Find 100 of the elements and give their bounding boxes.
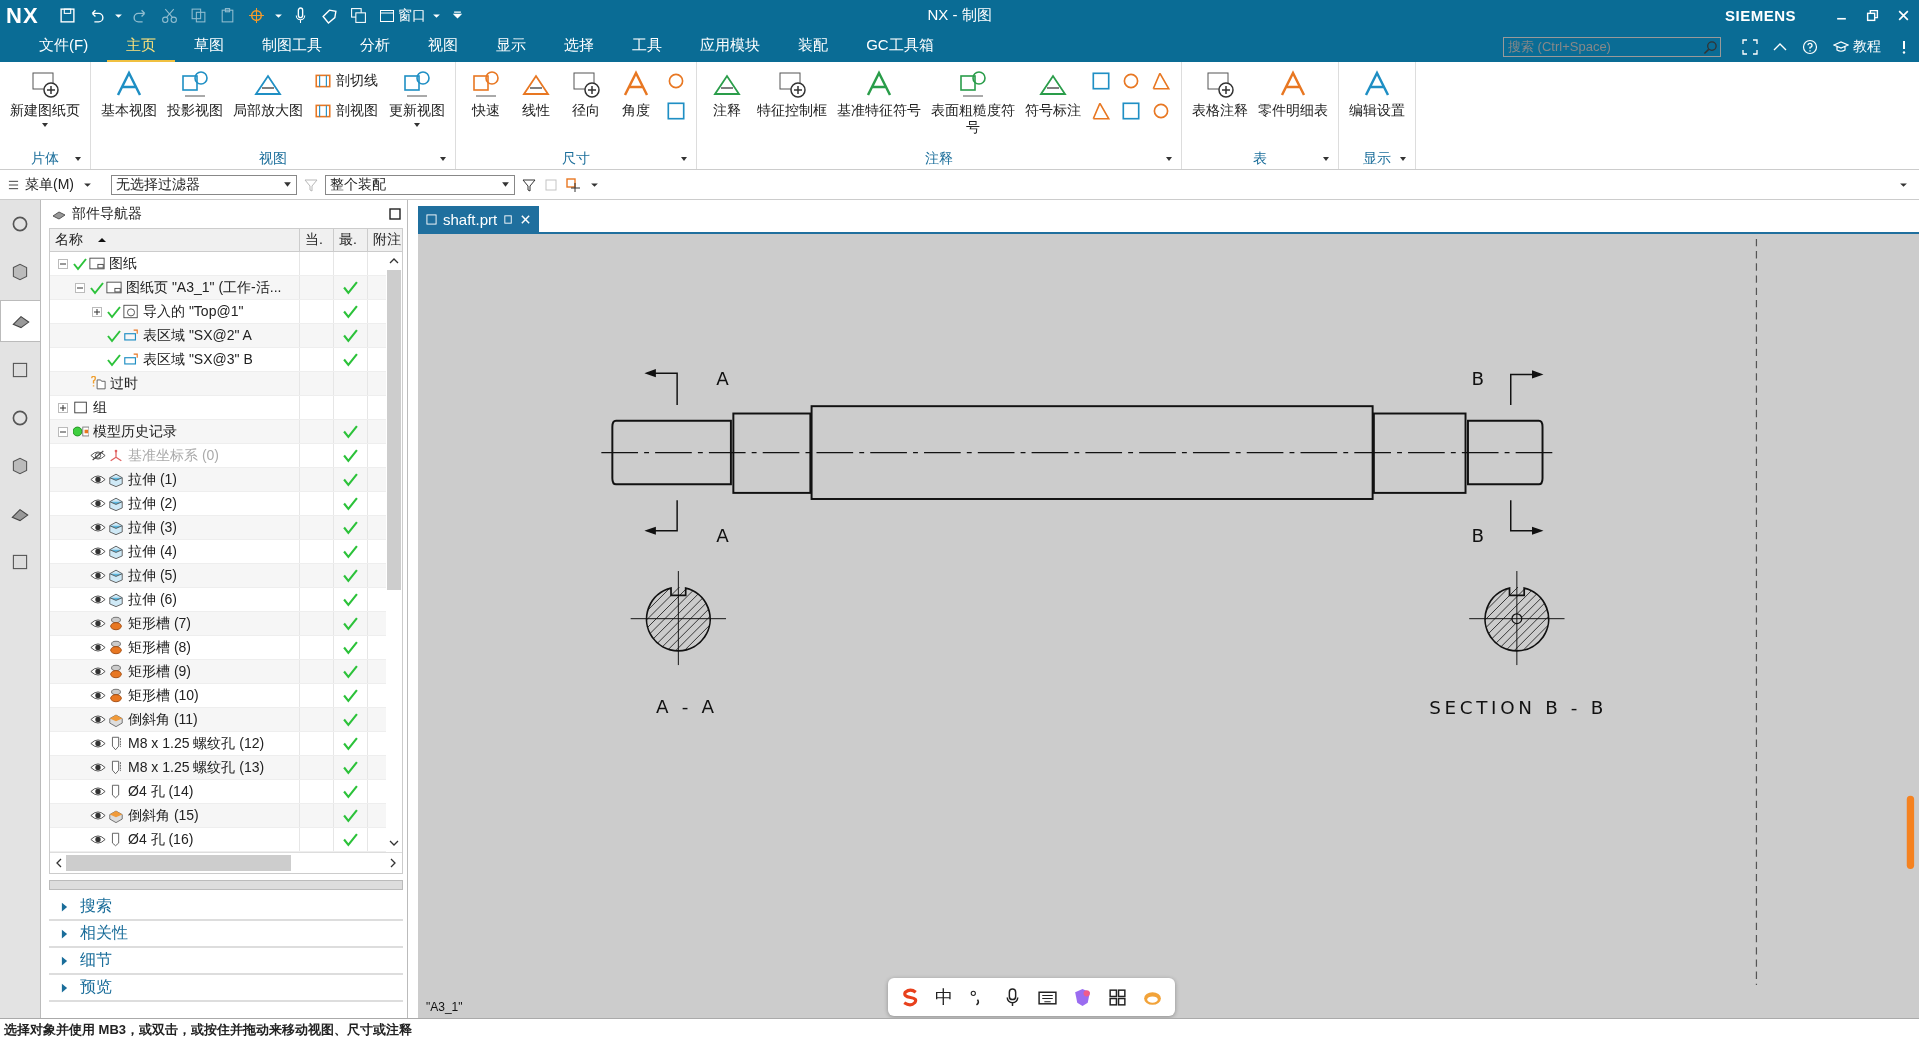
maximize-icon[interactable] (389, 208, 401, 220)
tool-icon[interactable] (1090, 100, 1112, 122)
group-menu-icon[interactable] (439, 156, 447, 162)
expand-toggle[interactable] (58, 258, 68, 269)
tree-item[interactable]: 矩形槽 (7) (128, 614, 191, 633)
menu-tab[interactable]: 应用模块 (681, 31, 780, 62)
copy-icon[interactable] (189, 7, 207, 24)
menu-tab[interactable]: 选择 (545, 31, 614, 62)
column-header[interactable]: 当. (300, 229, 334, 251)
resource-tab[interactable] (0, 300, 40, 342)
tree-item[interactable]: 拉伸 (1) (128, 470, 177, 489)
eye-icon[interactable] (90, 498, 106, 509)
check-icon[interactable] (73, 256, 87, 271)
tree-item[interactable]: Ø4 孔 (14) (128, 782, 194, 801)
expand-toggle[interactable] (58, 426, 68, 437)
ribbon-button[interactable]: 线性 (512, 66, 560, 121)
eye-icon[interactable] (90, 546, 106, 557)
eye-icon[interactable] (90, 594, 106, 605)
caret-icon[interactable] (590, 180, 599, 189)
tag-icon[interactable] (320, 7, 338, 24)
eye-icon[interactable] (90, 714, 106, 725)
tree-item[interactable]: 拉伸 (3) (128, 518, 177, 537)
tree-item[interactable]: 表区域 "SX@3" B (143, 350, 253, 369)
scroll-down-icon[interactable] (389, 840, 399, 846)
ribbon-button[interactable]: 注释 (703, 66, 751, 121)
ribbon-button[interactable]: 更新视图 (385, 66, 449, 130)
tree-item[interactable]: 拉伸 (5) (128, 566, 177, 585)
customize-icon[interactable] (452, 11, 462, 20)
check-icon[interactable] (90, 280, 104, 295)
eye-icon[interactable] (90, 570, 106, 581)
scrollbar[interactable] (50, 852, 402, 873)
caret-icon[interactable] (273, 11, 283, 20)
ribbon-button[interactable]: 编辑设置 (1345, 66, 1409, 121)
menu-tab[interactable]: 视图 (409, 31, 478, 62)
menu-tab[interactable]: 文件(F) (20, 31, 108, 62)
caret-icon[interactable] (1899, 180, 1908, 189)
pin-icon[interactable] (503, 213, 515, 225)
tree-item[interactable]: 模型历史记录 (93, 422, 177, 441)
eye-icon[interactable] (90, 522, 106, 533)
help-icon[interactable] (1802, 38, 1818, 55)
filter-icon[interactable] (521, 176, 537, 193)
collapsible-section[interactable]: 细节 (49, 948, 403, 975)
eye-icon[interactable] (90, 762, 106, 773)
window-menu[interactable]: 窗口 (378, 6, 444, 25)
ribbon-button[interactable]: 角度 (612, 66, 660, 121)
close-icon[interactable] (1897, 9, 1910, 22)
ribbon-button[interactable]: 投影视图 (163, 66, 227, 121)
caret-icon[interactable] (413, 122, 421, 128)
menu-tab[interactable]: 分析 (341, 31, 410, 62)
scroll-left-icon[interactable] (56, 858, 62, 868)
menu-button[interactable]: 菜单(M) (8, 175, 95, 194)
caret-icon[interactable] (113, 11, 123, 20)
column-header[interactable]: 名称 (50, 229, 300, 251)
snap-icon[interactable] (565, 176, 581, 193)
ribbon-button[interactable]: 基本视图 (97, 66, 161, 121)
tree-item[interactable]: 矩形槽 (9) (128, 662, 191, 681)
check-icon[interactable] (107, 352, 121, 367)
search-field[interactable]: 搜索 (Ctrl+Space) (1503, 36, 1721, 57)
tool-icon[interactable] (1120, 100, 1142, 122)
ribbon-button[interactable]: 特征控制框 (753, 66, 831, 121)
tree-item[interactable]: 倒斜角 (15) (128, 806, 199, 825)
eye-icon[interactable] (90, 738, 106, 749)
group-menu-icon[interactable] (74, 156, 82, 162)
save-icon[interactable] (58, 7, 76, 24)
ribbon-button[interactable]: 表格注释 (1188, 66, 1252, 121)
ribbon-button[interactable]: 剖切线 (312, 70, 380, 92)
ribbon-button[interactable]: 基准特征符号 (833, 66, 925, 121)
menu-tab[interactable]: 主页 (107, 31, 176, 62)
eye-icon[interactable] (90, 642, 106, 653)
tutorial-button[interactable]: 教程 (1833, 31, 1881, 62)
ribbon-button[interactable]: 表面粗糙度符号 (927, 66, 1019, 138)
tree-item[interactable]: 组 (93, 398, 107, 417)
grid-icon[interactable] (1107, 986, 1128, 1008)
column-header[interactable]: 最. (334, 229, 368, 251)
tree-item[interactable]: 过时 (110, 374, 138, 393)
collapsible-section[interactable]: 预览 (49, 975, 403, 1002)
group-menu-icon[interactable] (1399, 156, 1407, 162)
fullscreen-icon[interactable] (1742, 38, 1758, 55)
tool-icon[interactable] (665, 100, 687, 122)
tree-item[interactable]: 矩形槽 (10) (128, 686, 199, 705)
eye-icon[interactable] (90, 786, 106, 797)
ribbon-button[interactable]: 新建图纸页 (6, 66, 84, 130)
windows-icon[interactable] (349, 7, 367, 24)
tree-item[interactable]: 倒斜角 (11) (128, 710, 198, 729)
collapsible-section[interactable]: 搜索 (49, 894, 403, 921)
eye-icon[interactable] (90, 474, 106, 485)
ribbon-button[interactable]: 局部放大图 (229, 66, 307, 121)
section-view-drawing[interactable] (1468, 570, 1565, 666)
restore-icon[interactable] (1866, 9, 1879, 22)
menu-tab[interactable]: 装配 (779, 31, 848, 62)
caret-icon[interactable] (41, 122, 49, 128)
scroll-right-icon[interactable] (390, 858, 396, 868)
input-method-toolbar[interactable]: 中 (888, 978, 1175, 1016)
document-tab[interactable]: shaft.prt (418, 206, 540, 232)
eye-icon[interactable] (90, 834, 106, 845)
scroll-up-icon[interactable] (389, 258, 399, 264)
check-icon[interactable] (107, 304, 121, 319)
tree-item[interactable]: 图纸 (109, 254, 137, 273)
eye-icon[interactable] (90, 618, 106, 629)
menu-tab[interactable]: 制图工具 (243, 31, 342, 62)
